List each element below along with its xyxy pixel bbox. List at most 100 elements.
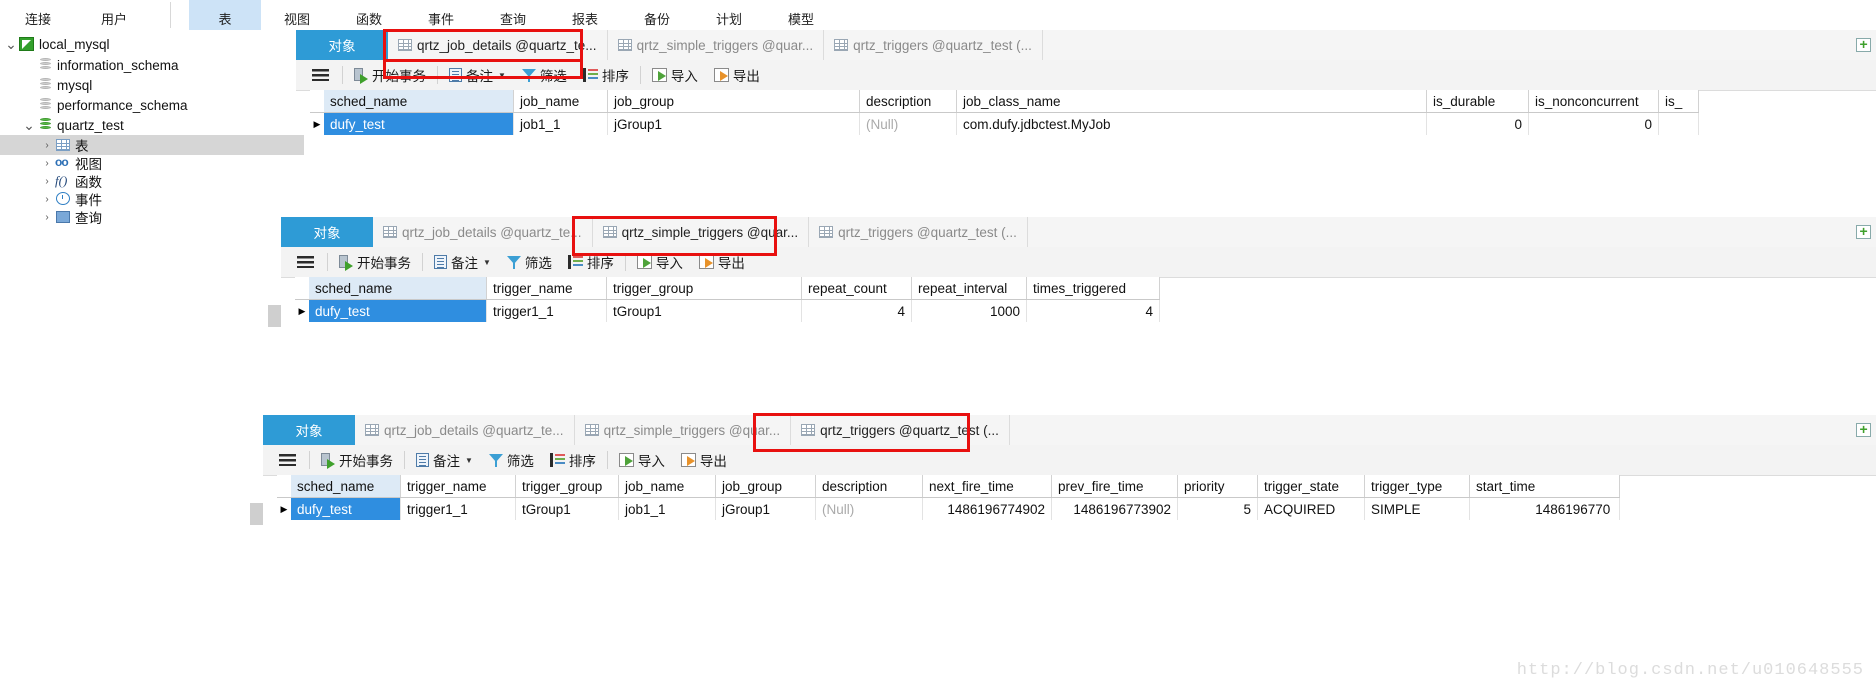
column-header[interactable]: repeat_count bbox=[802, 277, 912, 299]
table-cell[interactable]: tGroup1 bbox=[516, 498, 619, 520]
column-header[interactable]: repeat_interval bbox=[912, 277, 1027, 299]
column-header[interactable]: sched_name bbox=[324, 90, 514, 112]
column-header[interactable]: times_triggered bbox=[1027, 277, 1160, 299]
tree-item-0[interactable]: ⌄ local_mysql bbox=[0, 34, 268, 54]
table-cell[interactable]: (Null) bbox=[816, 498, 923, 520]
table-cell[interactable]: 4 bbox=[802, 300, 912, 322]
tree-item-5[interactable]: › 表 bbox=[0, 135, 304, 155]
chevron-down-icon[interactable]: ▼ bbox=[465, 456, 473, 465]
table-cell[interactable]: job1_1 bbox=[619, 498, 716, 520]
table-cell[interactable]: 1486196774902 bbox=[923, 498, 1052, 520]
chevron-down-icon[interactable]: ⌄ bbox=[4, 37, 18, 51]
column-header[interactable]: description bbox=[816, 475, 923, 497]
toolbar-button-4[interactable]: 导入 bbox=[629, 248, 691, 276]
chevron-right-icon[interactable]: › bbox=[40, 212, 54, 223]
toolbar-button-5[interactable]: 导出 bbox=[673, 446, 735, 474]
ribbon-item-1[interactable]: 用户 bbox=[76, 0, 152, 30]
tab-2[interactable]: qrtz_simple_triggers @quar... bbox=[574, 415, 792, 445]
tree-item-9[interactable]: › 查询 bbox=[0, 207, 304, 227]
column-header[interactable]: priority bbox=[1178, 475, 1258, 497]
menu-icon[interactable] bbox=[279, 454, 296, 466]
ribbon-item-9[interactable]: 计划 bbox=[693, 0, 765, 30]
column-header[interactable]: job_class_name bbox=[957, 90, 1427, 112]
ribbon-item-4[interactable]: 函数 bbox=[333, 0, 405, 30]
chevron-right-icon[interactable]: › bbox=[40, 158, 54, 169]
toolbar-button-3[interactable]: 排序 bbox=[575, 61, 637, 89]
ribbon-item-7[interactable]: 报表 bbox=[549, 0, 621, 30]
toolbar-button-4[interactable]: 导入 bbox=[644, 61, 706, 89]
tab-0[interactable]: 对象 bbox=[263, 415, 355, 445]
tab-1[interactable]: qrtz_job_details @quartz_te... bbox=[373, 217, 593, 247]
table-cell[interactable]: 1000 bbox=[912, 300, 1027, 322]
menu-icon[interactable] bbox=[312, 69, 329, 81]
table-cell[interactable]: 4 bbox=[1027, 300, 1160, 322]
column-header[interactable]: next_fire_time bbox=[923, 475, 1052, 497]
tab-1[interactable]: qrtz_job_details @quartz_te... bbox=[355, 415, 575, 445]
chevron-down-icon[interactable]: ▼ bbox=[483, 258, 491, 267]
chevron-right-icon[interactable]: › bbox=[40, 140, 54, 151]
column-header[interactable]: sched_name bbox=[309, 277, 487, 299]
column-header[interactable]: job_group bbox=[716, 475, 816, 497]
column-header[interactable]: description bbox=[860, 90, 957, 112]
table-cell[interactable]: 1486196770 bbox=[1470, 498, 1620, 520]
toolbar-button-5[interactable]: 导出 bbox=[691, 248, 753, 276]
tree-item-7[interactable]: › f() 函数 bbox=[0, 171, 304, 191]
column-header[interactable]: trigger_name bbox=[487, 277, 607, 299]
column-header[interactable]: prev_fire_time bbox=[1052, 475, 1178, 497]
toolbar-button-0[interactable]: 开始事务 bbox=[331, 248, 419, 276]
new-tab-button[interactable] bbox=[1850, 30, 1876, 60]
column-header[interactable]: is_nonconcurrent bbox=[1529, 90, 1659, 112]
panel-scroll-strip-0[interactable] bbox=[268, 305, 281, 327]
chevron-down-icon[interactable]: ▼ bbox=[498, 71, 506, 80]
toolbar-button-2[interactable]: 筛选 bbox=[499, 248, 560, 276]
ribbon-item-5[interactable]: 事件 bbox=[405, 0, 477, 30]
ribbon-item-10[interactable]: 模型 bbox=[765, 0, 837, 30]
column-header[interactable]: job_name bbox=[514, 90, 608, 112]
table-cell[interactable]: 5 bbox=[1178, 498, 1258, 520]
tab-3[interactable]: qrtz_triggers @quartz_test (... bbox=[791, 415, 1010, 445]
menu-icon[interactable] bbox=[297, 256, 314, 268]
column-header[interactable]: trigger_group bbox=[607, 277, 802, 299]
table-cell[interactable]: job1_1 bbox=[514, 113, 608, 135]
table-cell[interactable]: trigger1_1 bbox=[401, 498, 516, 520]
new-tab-button[interactable] bbox=[1850, 217, 1876, 247]
tab-0[interactable]: 对象 bbox=[281, 217, 373, 247]
toolbar-button-3[interactable]: 排序 bbox=[560, 248, 622, 276]
table-cell[interactable]: 1486196773902 bbox=[1052, 498, 1178, 520]
column-header[interactable]: is_durable bbox=[1427, 90, 1529, 112]
table-cell[interactable]: ACQUIRED bbox=[1258, 498, 1365, 520]
tab-0[interactable]: 对象 bbox=[296, 30, 388, 60]
table-cell[interactable]: dufy_test bbox=[324, 113, 514, 135]
toolbar-button-1[interactable]: 备注 ▼ bbox=[426, 248, 499, 276]
table-cell[interactable]: 0 bbox=[1529, 113, 1659, 135]
chevron-down-icon[interactable]: ⌄ bbox=[22, 118, 36, 132]
panel-scroll-strip-1[interactable] bbox=[250, 503, 263, 525]
toolbar-button-0[interactable]: 开始事务 bbox=[313, 446, 401, 474]
table-row[interactable]: ▶ dufy_test trigger1_1 tGroup1 4 1000 4 bbox=[295, 300, 1160, 322]
new-tab-button[interactable] bbox=[1850, 415, 1876, 445]
tree-item-6[interactable]: › oo 视图 bbox=[0, 153, 304, 173]
toolbar-button-4[interactable]: 导入 bbox=[611, 446, 673, 474]
table-row[interactable]: ▶ dufy_test trigger1_1 tGroup1 job1_1 jGroup1… bbox=[277, 498, 1620, 520]
table-cell[interactable]: SIMPLE bbox=[1365, 498, 1470, 520]
column-header[interactable]: trigger_state bbox=[1258, 475, 1365, 497]
tree-item-8[interactable]: › 事件 bbox=[0, 189, 304, 209]
ribbon-item-0[interactable]: 连接 bbox=[0, 0, 76, 30]
table-cell[interactable]: tGroup1 bbox=[607, 300, 802, 322]
toolbar-button-3[interactable]: 排序 bbox=[542, 446, 604, 474]
chevron-right-icon[interactable]: › bbox=[40, 194, 54, 205]
tree-item-2[interactable]: mysql bbox=[0, 75, 286, 95]
tab-2[interactable]: qrtz_simple_triggers @quar... bbox=[592, 217, 810, 247]
column-header[interactable]: sched_name bbox=[291, 475, 401, 497]
table-cell[interactable]: dufy_test bbox=[309, 300, 487, 322]
ribbon-item-6[interactable]: 查询 bbox=[477, 0, 549, 30]
chevron-right-icon[interactable]: › bbox=[40, 176, 54, 187]
column-header[interactable]: is_ bbox=[1659, 90, 1699, 112]
toolbar-button-2[interactable]: 筛选 bbox=[481, 446, 542, 474]
column-header[interactable]: trigger_type bbox=[1365, 475, 1470, 497]
table-cell[interactable]: trigger1_1 bbox=[487, 300, 607, 322]
tree-item-3[interactable]: performance_schema bbox=[0, 95, 286, 115]
column-header[interactable]: start_time bbox=[1470, 475, 1620, 497]
ribbon-item-8[interactable]: 备份 bbox=[621, 0, 693, 30]
table-cell[interactable]: com.dufy.jdbctest.MyJob bbox=[957, 113, 1427, 135]
